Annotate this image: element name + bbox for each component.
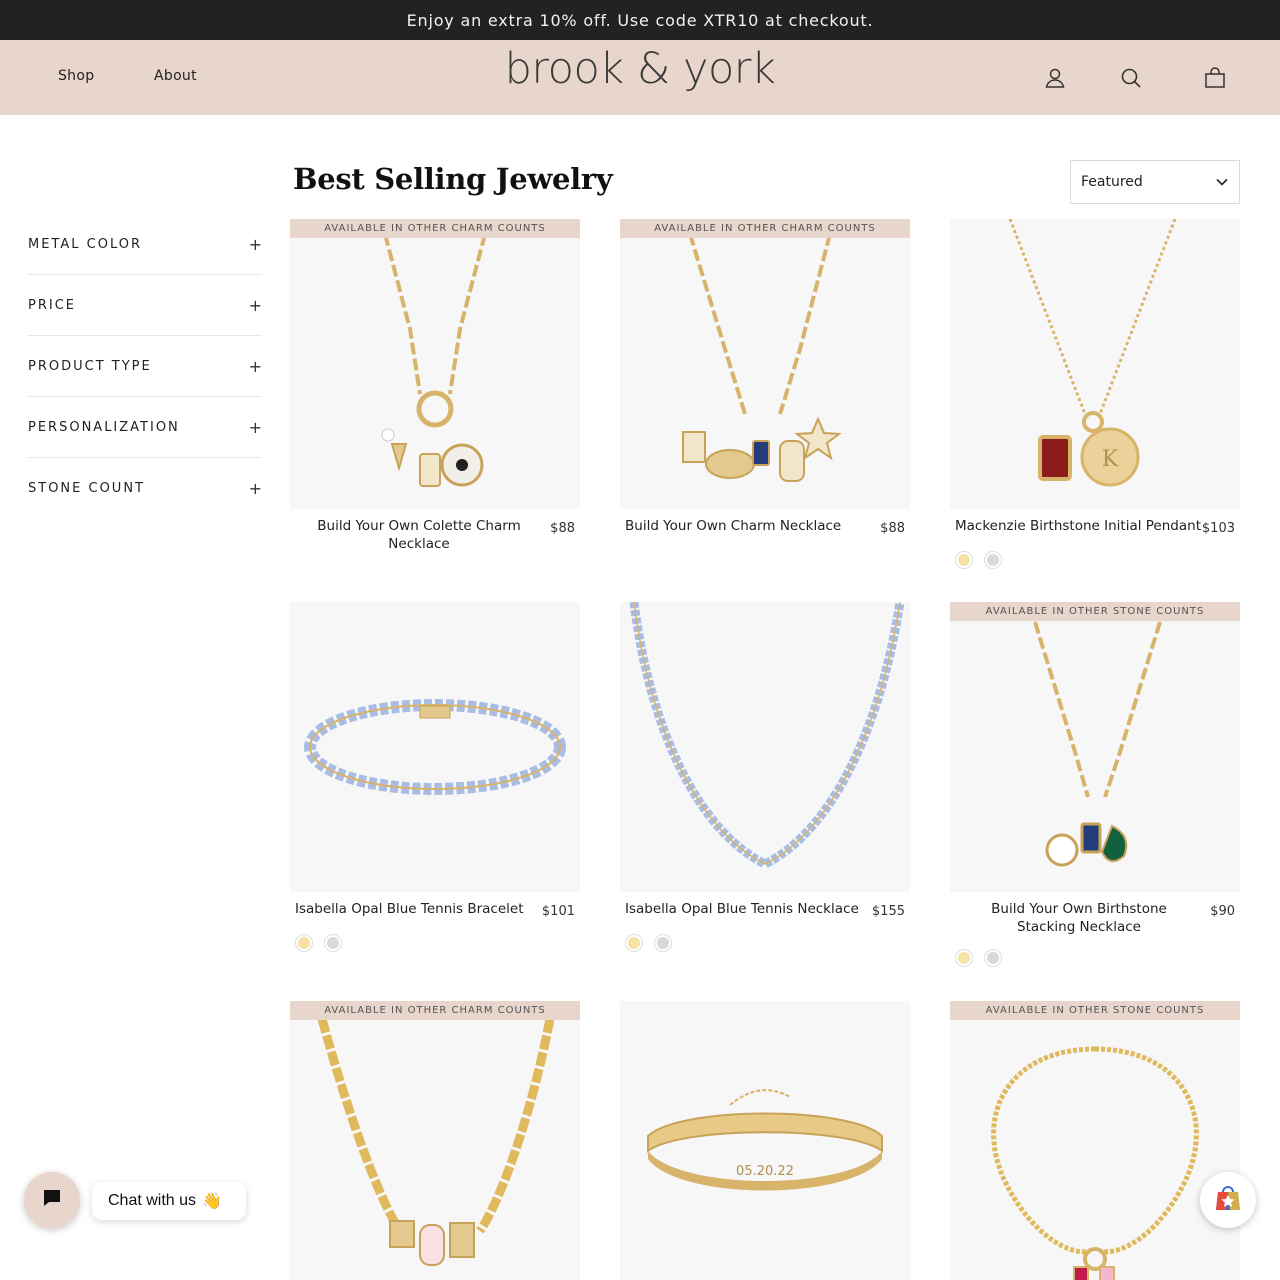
product-card: Isabella Opal Blue Tennis Bracelet $101 (290, 602, 580, 952)
sort-select[interactable]: Featured (1070, 160, 1240, 204)
product-image[interactable]: AVAILABLE IN OTHER STONE COUNTS (950, 1001, 1240, 1280)
filter-product-type[interactable]: PRODUCT TYPE + (28, 336, 262, 397)
chat-prompt[interactable]: Chat with us 👋 (92, 1182, 246, 1220)
product-banner: AVAILABLE IN OTHER CHARM COUNTS (290, 1001, 580, 1020)
product-image[interactable]: AVAILABLE IN OTHER CHARM COUNTS (290, 219, 580, 509)
account-icon[interactable] (1043, 66, 1067, 90)
plus-icon: + (248, 479, 262, 498)
product-image[interactable] (620, 602, 910, 892)
product-card: AVAILABLE IN OTHER CHARM COUNTS (290, 1001, 580, 1280)
chat-bubble-icon (41, 1187, 63, 1213)
product-image[interactable]: AVAILABLE IN OTHER CHARM COUNTS (290, 1001, 580, 1280)
product-image[interactable]: AVAILABLE IN OTHER CHARM COUNTS (620, 219, 910, 509)
product-image[interactable]: K (950, 219, 1240, 509)
engraving-text: 05.20.22 (736, 1164, 794, 1179)
color-swatches (295, 934, 342, 952)
filter-metal-color[interactable]: METAL COLOR + (28, 214, 262, 275)
product-price: $103 (1201, 521, 1235, 536)
waving-hand-icon: 👋 (202, 1193, 222, 1210)
svg-text:K: K (1102, 447, 1119, 472)
brand-logo[interactable]: brook & york (0, 44, 1280, 94)
product-price: $88 (880, 521, 905, 536)
color-swatches (955, 949, 1002, 967)
product-card: AVAILABLE IN OTHER CHARM COUNTS Build Yo… (290, 219, 580, 557)
product-card: AVAILABLE IN OTHER STONE COUNTS (950, 1001, 1240, 1280)
filter-label: PRODUCT TYPE (28, 358, 152, 374)
color-swatches (955, 551, 1002, 569)
announcement-text: Enjoy an extra 10% off. Use code XTR10 a… (406, 10, 874, 30)
product-name[interactable]: Build Your Own Colette Charm Necklace (308, 517, 530, 553)
product-card: AVAILABLE IN OTHER STONE COUNTS Build Yo… (950, 602, 1240, 967)
swatch-silver[interactable] (984, 551, 1002, 569)
chevron-down-icon (1215, 175, 1229, 193)
product-name[interactable]: Build Your Own Charm Necklace (625, 517, 873, 535)
product-price: $88 (550, 521, 575, 536)
swatch-gold[interactable] (955, 949, 973, 967)
color-swatches (625, 934, 672, 952)
product-name[interactable]: Mackenzie Birthstone Initial Pendant (955, 517, 1203, 535)
product-price: $155 (871, 904, 905, 919)
filter-stone-count[interactable]: STONE COUNT + (28, 458, 262, 519)
page-title: Best Selling Jewelry (293, 162, 613, 196)
plus-icon: + (248, 417, 262, 437)
product-name[interactable]: Isabella Opal Blue Tennis Necklace (625, 900, 873, 918)
rewards-bag-icon (1213, 1183, 1243, 1217)
plus-icon: + (248, 356, 262, 376)
swatch-gold[interactable] (955, 551, 973, 569)
filter-sidebar: METAL COLOR + PRICE + PRODUCT TYPE + PER… (28, 214, 262, 519)
product-card: Isabella Opal Blue Tennis Necklace $155 (620, 602, 910, 952)
filter-label: METAL COLOR (28, 236, 142, 252)
filter-label: PRICE (28, 297, 76, 313)
swatch-silver[interactable] (324, 934, 342, 952)
product-banner: AVAILABLE IN OTHER CHARM COUNTS (290, 219, 580, 238)
product-banner: AVAILABLE IN OTHER STONE COUNTS (950, 602, 1240, 621)
product-name[interactable]: Build Your Own Birthstone Stacking Neckl… (968, 900, 1190, 936)
search-icon[interactable] (1119, 66, 1143, 90)
plus-icon: + (248, 295, 262, 315)
product-card: K Mackenzie Birthstone Initial Pendant $… (950, 219, 1240, 569)
rewards-button[interactable] (1200, 1172, 1256, 1228)
product-banner: AVAILABLE IN OTHER CHARM COUNTS (620, 219, 910, 238)
sort-selected-value: Featured (1081, 174, 1143, 190)
plus-icon: + (248, 234, 262, 254)
chat-label: Chat with us (108, 1192, 197, 1209)
product-image[interactable]: 05.20.22 (620, 1001, 910, 1280)
filter-label: STONE COUNT (28, 481, 145, 496)
product-price: $90 (1210, 904, 1235, 919)
chat-launcher-button[interactable] (24, 1172, 80, 1228)
filter-price[interactable]: PRICE + (28, 275, 262, 336)
cart-icon[interactable] (1203, 66, 1227, 90)
filter-label: PERSONALIZATION (28, 419, 180, 435)
product-image[interactable] (290, 602, 580, 892)
swatch-gold[interactable] (625, 934, 643, 952)
swatch-gold[interactable] (295, 934, 313, 952)
product-price: $101 (541, 904, 575, 919)
product-image[interactable]: AVAILABLE IN OTHER STONE COUNTS (950, 602, 1240, 892)
site-header: Shop About brook & york (0, 40, 1280, 115)
filter-personalization[interactable]: PERSONALIZATION + (28, 397, 262, 458)
swatch-silver[interactable] (984, 949, 1002, 967)
swatch-silver[interactable] (654, 934, 672, 952)
announcement-bar: Enjoy an extra 10% off. Use code XTR10 a… (0, 0, 1280, 40)
product-name[interactable]: Isabella Opal Blue Tennis Bracelet (295, 900, 543, 918)
product-card: AVAILABLE IN OTHER CHARM COUNTS Build Yo… (620, 219, 910, 557)
product-card: 05.20.22 (620, 1001, 910, 1280)
product-banner: AVAILABLE IN OTHER STONE COUNTS (950, 1001, 1240, 1020)
